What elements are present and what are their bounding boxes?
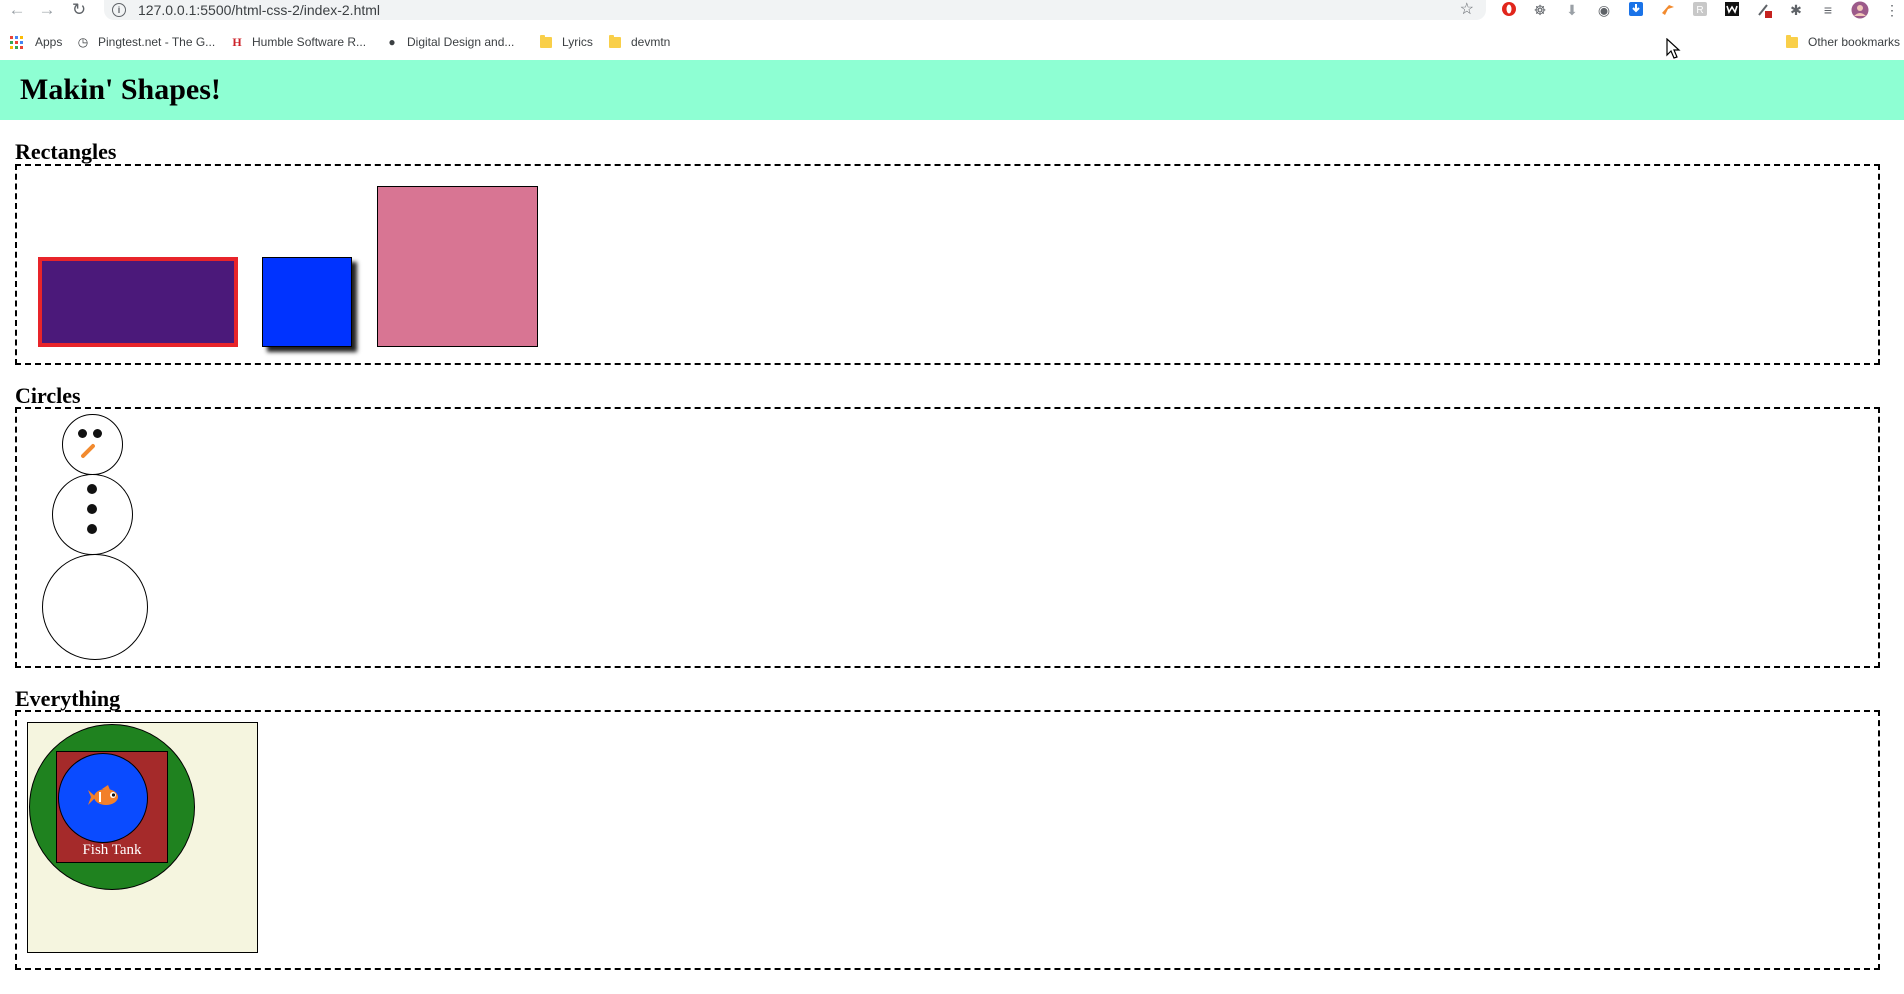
bookmark-digital-design[interactable]: ● Digital Design and... [385,30,514,54]
bookmark-label: Pingtest.net - The G... [98,35,216,49]
camera-extension-icon[interactable]: ◉ [1595,1,1613,19]
snowman-eye-right [93,429,102,438]
page-header: Makin' Shapes! [0,60,1904,120]
address-bar[interactable]: i 127.0.0.1:5500/html-css-2/index-2.html… [104,0,1486,20]
bookmark-label: Humble Software R... [252,35,367,49]
lock-extension-icon[interactable]: ☸ [1531,1,1549,19]
goldfish-icon [88,785,118,805]
everything-container: Fish Tank [15,710,1880,970]
snowman-body [52,474,133,555]
bookmark-label: Other bookmarks [1808,35,1901,49]
bookmark-label: Lyrics [562,35,593,49]
snowman-button-middle [87,504,97,514]
profile-avatar[interactable] [1851,1,1869,19]
browser-chrome: ← → ↻ i 127.0.0.1:5500/html-css-2/index-… [0,0,1904,60]
reload-icon[interactable]: ↻ [68,0,90,20]
bird-extension-icon[interactable] [1659,1,1677,19]
rectangles-container [15,164,1880,365]
green-circle: Fish Tank [29,724,195,890]
bookmark-label: Digital Design and... [407,35,515,49]
svg-text:R: R [1696,5,1703,16]
download-blue-extension-icon[interactable] [1627,1,1645,19]
site-info-icon[interactable]: i [112,3,126,17]
download-extension-icon[interactable]: ⬇ [1563,1,1581,19]
opera-extension-icon[interactable] [1500,1,1518,19]
snowman-button-top [87,484,97,494]
wappalyzer-extension-icon[interactable] [1723,1,1741,19]
bookmarks-bar: Apps ◷ Pingtest.net - The G... H Humble … [0,30,1904,54]
carrot-nose [80,443,96,459]
puzzle-extensions-icon[interactable]: ✱ [1787,1,1805,19]
bookmark-pingtest[interactable]: ◷ Pingtest.net - The G... [76,30,215,54]
browser-toolbar: ← → ↻ i 127.0.0.1:5500/html-css-2/index-… [0,0,1904,20]
pink-square [377,186,538,347]
fish-tank-label: Fish Tank [82,842,142,858]
eyedropper-extension-icon[interactable] [1755,1,1773,19]
rectangles-heading: Rectangles [15,139,117,164]
bookmark-other[interactable]: Other bookmarks [1786,30,1900,54]
forward-arrow-icon[interactable]: → [36,0,58,20]
bookmark-devmtn[interactable]: devmtn [609,30,670,54]
snowman-base [42,554,148,660]
apps-grid-icon [10,35,23,49]
everything-heading: Everything [15,686,121,711]
bookmark-label: devmtn [631,35,671,49]
browser-menu-icon[interactable]: ⋮ [1883,1,1901,19]
page-title: Makin' Shapes! [20,73,221,106]
fish-tank-square: Fish Tank [56,751,168,863]
bookmark-lyrics[interactable]: Lyrics [540,30,593,54]
bookmark-apps[interactable]: Apps [10,30,62,54]
back-arrow-icon[interactable]: ← [6,0,28,20]
mouse-cursor-icon [1666,38,1681,59]
r-extension-icon[interactable]: R [1691,1,1709,19]
purple-rectangle [38,257,238,347]
reading-list-icon[interactable]: ≡ [1819,1,1837,19]
page-content: Makin' Shapes! Rectangles Circles Everyt… [0,60,1904,994]
circles-container [15,407,1880,668]
fish-tank-water [58,753,148,843]
snowman-eye-left [78,429,87,438]
snowman-button-bottom [87,524,97,534]
speedometer-icon: ◷ [77,35,89,49]
bookmark-star-icon[interactable]: ☆ [1460,0,1474,20]
bookmark-humble[interactable]: H Humble Software R... [230,30,366,54]
address-url: 127.0.0.1:5500/html-css-2/index-2.html [138,2,381,18]
folder-icon [1786,34,1798,48]
blue-square [262,257,352,347]
snowman-head [62,414,123,475]
beige-square: Fish Tank [27,722,258,953]
bookmark-label: Apps [35,35,63,49]
circles-heading: Circles [15,383,81,408]
humble-icon: H [232,35,242,49]
folder-icon [540,34,552,48]
folder-icon [609,34,621,48]
globe-icon: ● [388,35,396,49]
